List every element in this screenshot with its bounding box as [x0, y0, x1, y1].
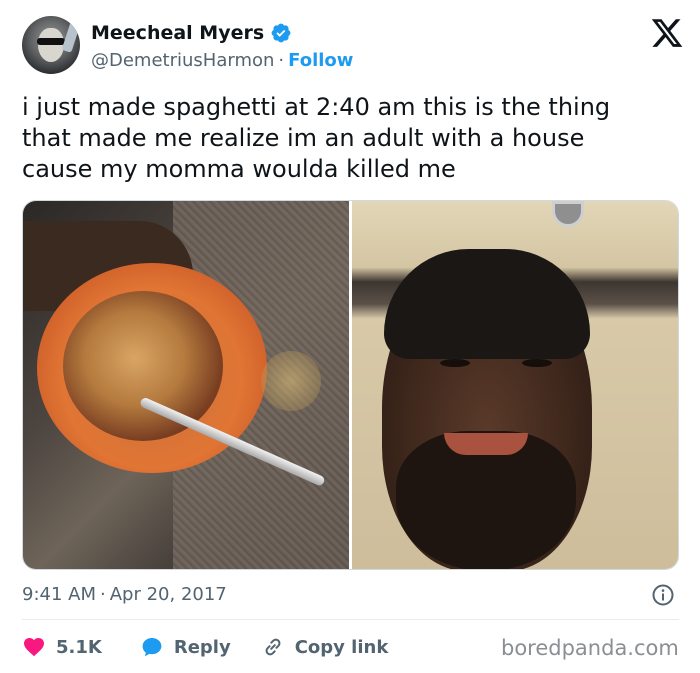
avatar[interactable] [22, 16, 80, 74]
tweet-header: Meecheal Myers @DemetriusHarmon · Follow [22, 16, 684, 78]
handle[interactable]: @DemetriusHarmon [91, 50, 274, 71]
display-name[interactable]: Meecheal Myers [91, 22, 264, 44]
timestamp[interactable]: 9:41 AM · Apr 20, 2017 [22, 584, 227, 605]
reply-label: Reply [173, 636, 231, 658]
date: Apr 20, 2017 [109, 584, 227, 605]
photo-spaghetti-bowl[interactable] [23, 201, 349, 569]
photo-selfie[interactable] [352, 201, 678, 569]
action-bar: 5.1K Reply Copy link [22, 632, 388, 662]
name-row: Meecheal Myers [91, 22, 292, 44]
verified-badge-icon [271, 23, 291, 43]
media-grid [22, 200, 679, 570]
smile [444, 433, 528, 455]
reply-bubble-icon [142, 638, 162, 657]
glass [261, 351, 321, 411]
time: 9:41 AM [22, 584, 96, 605]
x-logo-icon[interactable] [650, 16, 684, 50]
handle-row: @DemetriusHarmon · Follow [91, 50, 353, 71]
ceiling-light [552, 201, 584, 227]
info-icon[interactable] [651, 583, 675, 607]
link-icon [265, 638, 281, 656]
avatar-glasses [37, 38, 65, 45]
like-count: 5.1K [56, 636, 102, 658]
watermark: boredpanda.com [501, 636, 679, 660]
durag [384, 249, 590, 359]
right-eye [522, 359, 552, 367]
copy-link-label: Copy link [294, 636, 389, 658]
spaghetti [63, 291, 223, 441]
divider [22, 619, 679, 620]
tweet-text: i just made spaghetti at 2:40 am this is… [22, 93, 611, 183]
avatar-face [38, 28, 64, 62]
avatar-microphone [61, 21, 80, 53]
heart-icon [24, 638, 44, 657]
follow-button[interactable]: Follow [288, 50, 353, 71]
separator-dot: · [278, 50, 285, 71]
like-button[interactable]: 5.1K [22, 635, 102, 659]
reply-button[interactable]: Reply [140, 635, 231, 659]
separator-dot: · [100, 584, 106, 605]
copy-link-button[interactable]: Copy link [261, 635, 389, 659]
left-eye [440, 359, 470, 367]
